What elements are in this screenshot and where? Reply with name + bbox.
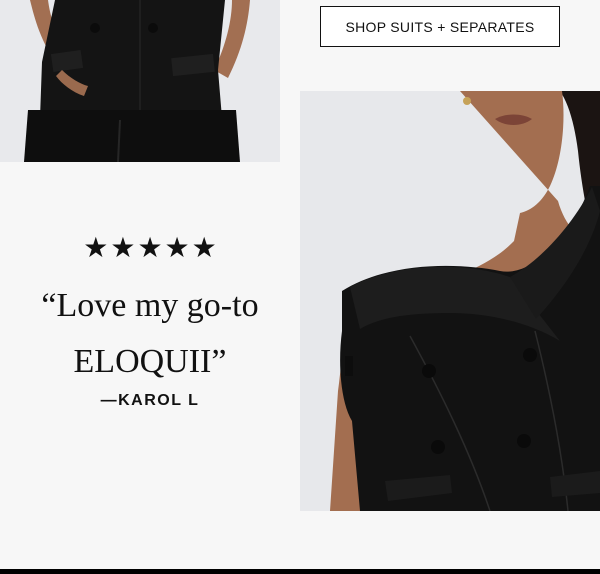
star-icon: ★ [191, 232, 217, 263]
blazer-illustration [300, 91, 600, 511]
star-icon: ★ [137, 232, 163, 263]
vest-illustration [0, 0, 280, 162]
customer-review: ★ ★ ★ ★ ★ “Love my go-to ELOQUII” —KAROL… [0, 230, 300, 410]
star-icon: ★ [110, 232, 136, 263]
product-photo-blazer[interactable] [300, 91, 600, 511]
review-quote: “Love my go-to ELOQUII” [41, 287, 259, 380]
star-icon: ★ [164, 232, 190, 263]
review-author: —KAROL L [100, 392, 200, 409]
star-rating: ★ ★ ★ ★ ★ [0, 230, 300, 266]
bottom-divider-bar [0, 569, 600, 574]
star-icon: ★ [83, 232, 109, 263]
shop-suits-separates-button[interactable]: SHOP SUITS + SEPARATES [320, 6, 560, 47]
product-photo-vest[interactable] [0, 0, 280, 162]
